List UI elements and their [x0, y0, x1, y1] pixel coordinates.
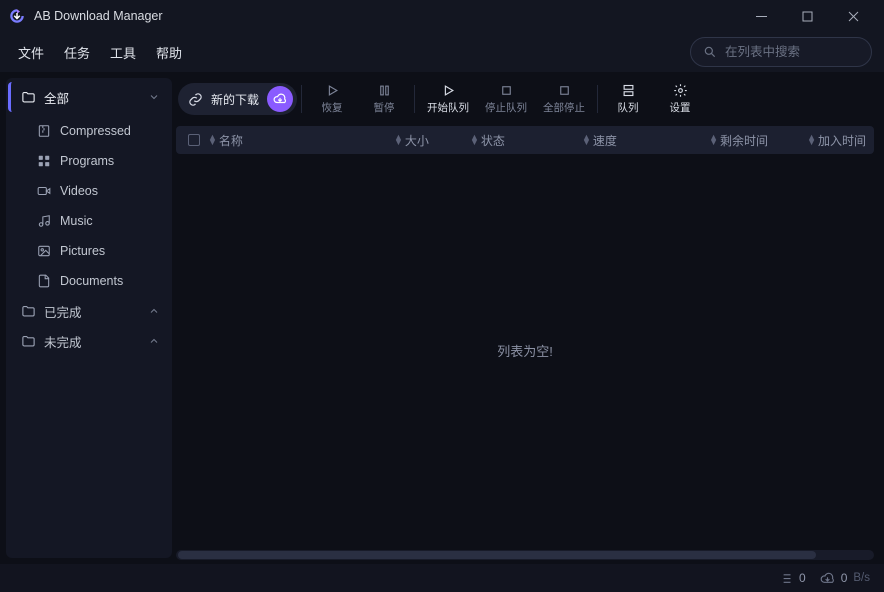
- music-icon: [36, 214, 52, 228]
- menu-help[interactable]: 帮助: [156, 43, 182, 62]
- toolbar-pause-button[interactable]: 暂停: [358, 79, 410, 119]
- sidebar-category-all[interactable]: 全部: [8, 82, 170, 112]
- folder-icon: [20, 90, 36, 105]
- stop-icon: [499, 83, 514, 98]
- app-logo-icon: [8, 7, 26, 25]
- sidebar-category-unfinished[interactable]: 未完成: [8, 326, 170, 356]
- new-download-button[interactable]: 新的下载: [178, 83, 297, 115]
- menubar: 文件 任务 工具 帮助: [0, 32, 884, 72]
- horizontal-scrollbar[interactable]: [176, 550, 874, 560]
- search-box[interactable]: [690, 37, 872, 67]
- apps-icon: [36, 154, 52, 168]
- toolbar-settings-label: 设置: [670, 100, 691, 115]
- new-download-label: 新的下载: [211, 91, 259, 108]
- video-icon: [36, 184, 52, 198]
- list-icon: [778, 571, 793, 586]
- chevron-up-icon: [148, 305, 160, 317]
- table-select-all-checkbox[interactable]: [184, 134, 204, 146]
- table-header-name[interactable]: ▲▼名称: [208, 132, 390, 149]
- toolbar: 新的下载 恢复 暂停 开始队列 停止队列 全: [176, 78, 874, 120]
- play-icon: [325, 83, 340, 98]
- sort-icon: ▲▼: [208, 135, 217, 145]
- sidebar-item-pictures[interactable]: Pictures: [8, 236, 170, 266]
- toolbar-resume-label: 恢复: [322, 100, 343, 115]
- folder-icon: [20, 304, 36, 319]
- sort-icon: ▲▼: [709, 135, 718, 145]
- sidebar-finished-label: 已完成: [44, 302, 82, 321]
- play-outline-icon: [441, 83, 456, 98]
- status-speed-unit: B/s: [853, 572, 870, 584]
- table-header-remaining[interactable]: ▲▼剩余时间: [672, 132, 768, 149]
- stop-icon: [557, 83, 572, 98]
- sidebar-item-videos[interactable]: Videos: [8, 176, 170, 206]
- sidebar: 全部 Compressed Programs Videos Music: [0, 72, 176, 564]
- image-icon: [36, 244, 52, 258]
- status-speed-value: 0: [841, 571, 848, 585]
- sidebar-category-finished[interactable]: 已完成: [8, 296, 170, 326]
- toolbar-stop-all-button[interactable]: 全部停止: [535, 79, 593, 119]
- table-header-added[interactable]: ▲▼加入时间: [772, 132, 866, 149]
- scrollbar-thumb[interactable]: [178, 551, 816, 559]
- table-header-status[interactable]: ▲▼状态: [470, 132, 578, 149]
- table-header-speed[interactable]: ▲▼速度: [582, 132, 668, 149]
- sidebar-item-programs[interactable]: Programs: [8, 146, 170, 176]
- sort-icon: ▲▼: [394, 135, 403, 145]
- toolbar-settings-button[interactable]: 设置: [654, 79, 706, 119]
- sidebar-item-label: Pictures: [60, 244, 105, 258]
- document-icon: [36, 274, 52, 288]
- sort-icon: ▲▼: [470, 135, 479, 145]
- menu-task[interactable]: 任务: [64, 43, 90, 62]
- status-count-value: 0: [799, 571, 806, 585]
- toolbar-start-queue-label: 开始队列: [427, 100, 469, 115]
- folder-icon: [20, 334, 36, 349]
- toolbar-queue-button[interactable]: 队列: [602, 79, 654, 119]
- gear-icon: [673, 83, 688, 98]
- sidebar-item-documents[interactable]: Documents: [8, 266, 170, 296]
- app-title: AB Download Manager: [34, 9, 163, 23]
- table-header-size[interactable]: ▲▼大小: [394, 132, 466, 149]
- toolbar-stop-all-label: 全部停止: [543, 100, 585, 115]
- chevron-down-icon: [148, 91, 160, 103]
- new-download-cloud-button[interactable]: [267, 86, 293, 112]
- window-minimize-button[interactable]: [738, 0, 784, 32]
- window-maximize-button[interactable]: [784, 0, 830, 32]
- title-bar: AB Download Manager: [0, 0, 884, 32]
- menu-file[interactable]: 文件: [18, 43, 44, 62]
- toolbar-pause-label: 暂停: [374, 100, 395, 115]
- sort-icon: ▲▼: [582, 135, 591, 145]
- archive-icon: [36, 124, 52, 138]
- sidebar-item-label: Compressed: [60, 124, 131, 138]
- link-icon: [188, 92, 203, 107]
- sidebar-item-label: Music: [60, 214, 93, 228]
- toolbar-start-queue-button[interactable]: 开始队列: [419, 79, 477, 119]
- sidebar-all-label: 全部: [44, 88, 69, 107]
- window-close-button[interactable]: [830, 0, 876, 32]
- toolbar-resume-button[interactable]: 恢复: [306, 79, 358, 119]
- sidebar-item-compressed[interactable]: Compressed: [8, 116, 170, 146]
- search-icon: [703, 45, 717, 59]
- table-header: ▲▼名称 ▲▼大小 ▲▼状态 ▲▼速度 ▲▼剩余时间 ▲▼加入时间: [176, 126, 874, 154]
- toolbar-stop-queue-button[interactable]: 停止队列: [477, 79, 535, 119]
- empty-list-message: 列表为空!: [497, 341, 553, 360]
- sidebar-item-label: Documents: [60, 274, 123, 288]
- toolbar-stop-queue-label: 停止队列: [485, 100, 527, 115]
- status-speed: 0 B/s: [820, 571, 870, 586]
- sidebar-item-music[interactable]: Music: [8, 206, 170, 236]
- toolbar-queue-label: 队列: [618, 100, 639, 115]
- sort-icon: ▲▼: [807, 135, 816, 145]
- table-body: 列表为空!: [176, 154, 874, 546]
- download-cloud-icon: [820, 571, 835, 586]
- sidebar-unfinished-label: 未完成: [44, 332, 82, 351]
- status-count: 0: [778, 571, 806, 586]
- sidebar-item-label: Programs: [60, 154, 114, 168]
- queue-icon: [621, 83, 636, 98]
- sidebar-item-label: Videos: [60, 184, 98, 198]
- status-bar: 0 0 B/s: [0, 564, 884, 592]
- pause-icon: [377, 83, 392, 98]
- menu-tools[interactable]: 工具: [110, 43, 136, 62]
- chevron-up-icon: [148, 335, 160, 347]
- search-input[interactable]: [725, 45, 859, 59]
